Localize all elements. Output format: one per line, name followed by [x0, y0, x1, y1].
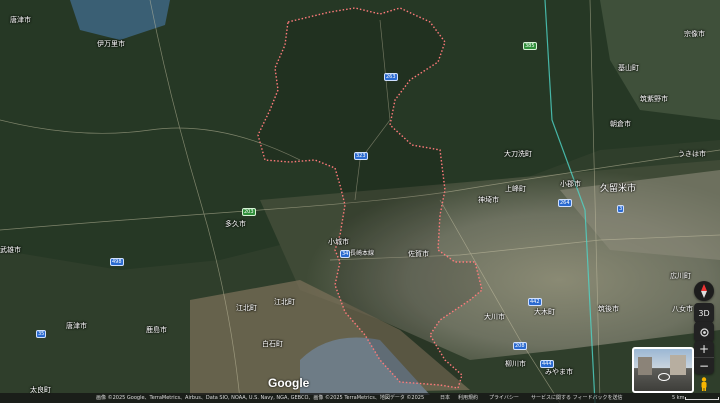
place-label: 広川町 — [670, 272, 691, 280]
place-label: 江北町 — [274, 298, 295, 306]
country-link[interactable]: 日本 — [440, 393, 450, 403]
place-label: 佐賀市 — [408, 250, 429, 258]
street-view-thumbnail[interactable] — [632, 347, 694, 393]
place-label: 武雄市 — [0, 246, 21, 254]
attribution-text: 画像 ©2025 Google、TerraMetrics、Airbus、Data… — [96, 395, 425, 401]
place-label: 唐津市 — [10, 16, 31, 24]
satellite-map[interactable] — [0, 0, 720, 403]
place-label: 大川市 — [484, 313, 505, 321]
place-label: 上峰町 — [505, 185, 526, 193]
place-label: 大刀洗町 — [504, 150, 532, 158]
pegman-icon[interactable] — [694, 374, 714, 394]
place-label: 白石町 — [262, 340, 283, 348]
place-label: うきは市 — [678, 150, 706, 158]
compass-icon — [701, 284, 707, 298]
rail-label: 長崎本線 — [350, 250, 375, 257]
privacy-link[interactable]: プライバシー — [489, 393, 519, 403]
place-label: 多久市 — [225, 220, 246, 228]
road-shield: 264 — [558, 199, 572, 207]
compass-button[interactable] — [694, 281, 714, 301]
zoom-in-button[interactable]: + — [694, 341, 714, 358]
my-location-icon — [699, 327, 709, 337]
terms-link[interactable]: 利用規約 — [458, 393, 478, 403]
place-label: 小郡市 — [560, 180, 581, 188]
attribution-bar: 画像 ©2025 Google、TerraMetrics、Airbus、Data… — [0, 393, 720, 403]
road-shield: 444 — [540, 360, 554, 368]
place-label: 鹿島市 — [146, 326, 167, 334]
place-label: 小城市 — [328, 238, 349, 246]
place-label: 唐津市 — [66, 322, 87, 330]
google-logo: Google — [268, 376, 310, 390]
place-label: 基山町 — [618, 64, 639, 72]
road-shield: 203 — [242, 208, 256, 216]
feedback-link[interactable]: サービスに関する フィードバックを送信 — [531, 393, 623, 403]
place-label: 江北町 — [236, 304, 257, 312]
place-label: 八女市 — [672, 305, 693, 313]
scale-label: 5 km — [672, 395, 685, 401]
road-shield: 323 — [354, 152, 368, 160]
place-label: 伊万里市 — [97, 40, 125, 48]
road-shield: 498 — [110, 258, 124, 266]
road-shield: 3 — [617, 205, 625, 213]
building-shape — [638, 357, 652, 375]
place-label: 神埼市 — [478, 196, 499, 204]
road-shield: 34 — [340, 250, 351, 258]
place-label: 筑後市 — [598, 305, 619, 313]
building-shape — [670, 355, 686, 375]
place-label: 筑紫野市 — [640, 95, 668, 103]
my-location-button[interactable] — [694, 322, 714, 342]
3d-toggle-button[interactable]: 3D — [694, 303, 714, 323]
place-label: 宗像市 — [684, 30, 705, 38]
road-shield: 35 — [36, 330, 47, 338]
road-shield: 263 — [384, 73, 398, 81]
road-shield: 442 — [528, 298, 542, 306]
place-label: 久留米市 — [600, 184, 637, 194]
place-label: 柳川市 — [505, 360, 526, 368]
road-shield: 208 — [513, 342, 527, 350]
road-shield: 385 — [523, 42, 537, 50]
place-label: 朝倉市 — [610, 120, 631, 128]
scale-bar — [685, 397, 719, 400]
place-label: 大木町 — [534, 308, 555, 316]
zoom-out-button[interactable]: − — [694, 358, 714, 374]
street-view-arrow-icon — [658, 373, 670, 381]
place-label: みやま市 — [545, 368, 573, 376]
